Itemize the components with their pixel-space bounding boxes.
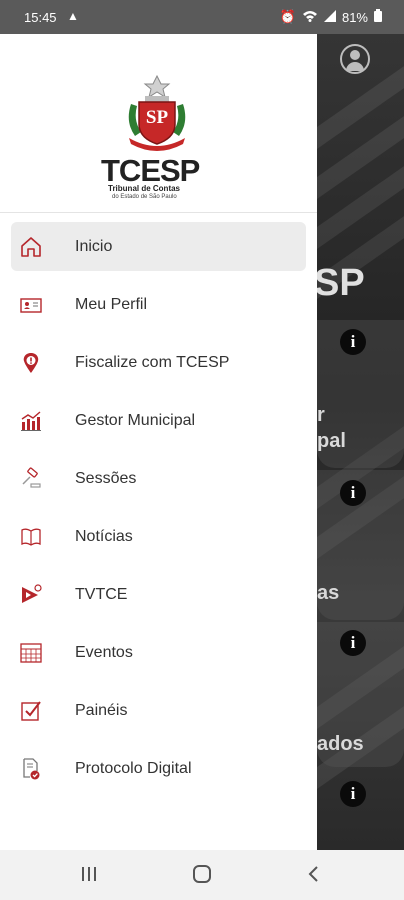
status-icons: ⏰ 81% xyxy=(280,9,382,25)
menu-item-fiscalize[interactable]: Fiscalize com TCESP xyxy=(0,334,317,392)
info-icon[interactable]: i xyxy=(340,781,366,807)
menu-item-protocolo-digital[interactable]: Protocolo Digital xyxy=(0,740,317,798)
warning-icon: ▲ xyxy=(67,9,79,23)
sao-paulo-coat-of-arms-icon: SP xyxy=(128,74,186,151)
video-play-icon xyxy=(18,582,44,608)
background-card-label: pal xyxy=(317,430,346,452)
menu-item-label: Gestor Municipal xyxy=(75,412,196,429)
menu-item-label: Notícias xyxy=(75,528,133,545)
battery-level: 81% xyxy=(341,9,368,25)
signal-icon xyxy=(323,9,336,25)
menu-item-eventos[interactable]: Eventos xyxy=(0,624,317,682)
background-card-label: as xyxy=(317,582,340,604)
background-card-label: ados xyxy=(317,733,364,755)
info-icon[interactable]: i xyxy=(340,480,366,506)
menu-item-noticias[interactable]: Notícias xyxy=(0,508,317,566)
info-icon[interactable]: i xyxy=(340,329,366,355)
menu-item-label: Fiscalize com TCESP xyxy=(75,354,230,371)
menu-item-inicio[interactable]: Inicio xyxy=(0,218,317,276)
profile-card-icon xyxy=(18,292,44,318)
menu-item-label: Eventos xyxy=(75,644,133,661)
brand-subtitle: Tribunal de Contas xyxy=(108,184,181,193)
menu-item-label: Protocolo Digital xyxy=(75,760,192,777)
menu-item-paineis[interactable]: Painéis xyxy=(0,682,317,740)
book-icon xyxy=(18,524,44,550)
back-icon[interactable] xyxy=(306,864,322,889)
menu-item-label: Sessões xyxy=(75,470,137,487)
alarm-icon: ⏰ xyxy=(279,9,296,24)
tcesp-logo: SP TCESP Tribunal de Contas do Estado de… xyxy=(0,34,317,213)
account-avatar-icon[interactable] xyxy=(340,44,370,74)
menu-item-sessoes[interactable]: Sessões xyxy=(0,450,317,508)
bar-chart-icon xyxy=(18,408,44,434)
svg-text:SP: SP xyxy=(146,107,169,128)
background-card-label: r xyxy=(317,404,325,426)
status-time: 15:45 xyxy=(24,10,57,25)
home-button-icon[interactable] xyxy=(192,864,212,889)
menu-item-label: Inicio xyxy=(75,238,113,255)
system-navigation-bar xyxy=(0,850,404,900)
menu-item-gestor-municipal[interactable]: Gestor Municipal xyxy=(0,392,317,450)
background-logo-text: SP xyxy=(314,262,365,304)
drawer-menu: Inicio Meu Perfil Fiscalize com TCESP Ge… xyxy=(0,218,317,798)
digital-document-icon xyxy=(18,756,44,782)
menu-item-label: Meu Perfil xyxy=(75,296,148,313)
home-icon xyxy=(18,234,44,260)
info-icon[interactable]: i xyxy=(340,630,366,656)
brand-subtitle-small: do Estado de São Paulo xyxy=(112,194,177,200)
checkbox-icon xyxy=(18,698,44,724)
navigation-drawer: SP TCESP Tribunal de Contas do Estado de… xyxy=(0,34,317,850)
gavel-icon xyxy=(18,466,44,492)
menu-item-label: Painéis xyxy=(75,702,128,719)
wifi-icon xyxy=(302,10,318,25)
location-alert-icon xyxy=(18,350,44,376)
battery-icon xyxy=(374,9,382,25)
menu-item-label: TVTCE xyxy=(75,586,128,603)
menu-item-tvtce[interactable]: TVTCE xyxy=(0,566,317,624)
calendar-grid-icon xyxy=(18,640,44,666)
menu-item-meu-perfil[interactable]: Meu Perfil xyxy=(0,276,317,334)
recent-apps-icon[interactable] xyxy=(80,864,98,889)
status-bar: 15:45 ▲ ⏰ 81% xyxy=(0,0,404,34)
